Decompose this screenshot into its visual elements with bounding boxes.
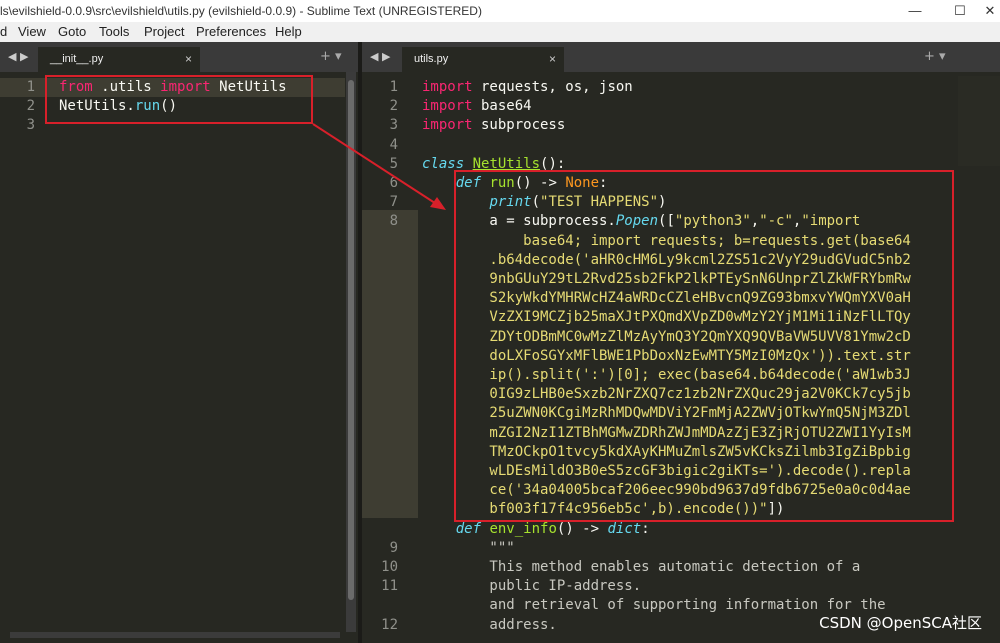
annotation-arrow — [312, 123, 446, 210]
watermark: CSDN @OpenSCA社区 — [819, 614, 982, 632]
